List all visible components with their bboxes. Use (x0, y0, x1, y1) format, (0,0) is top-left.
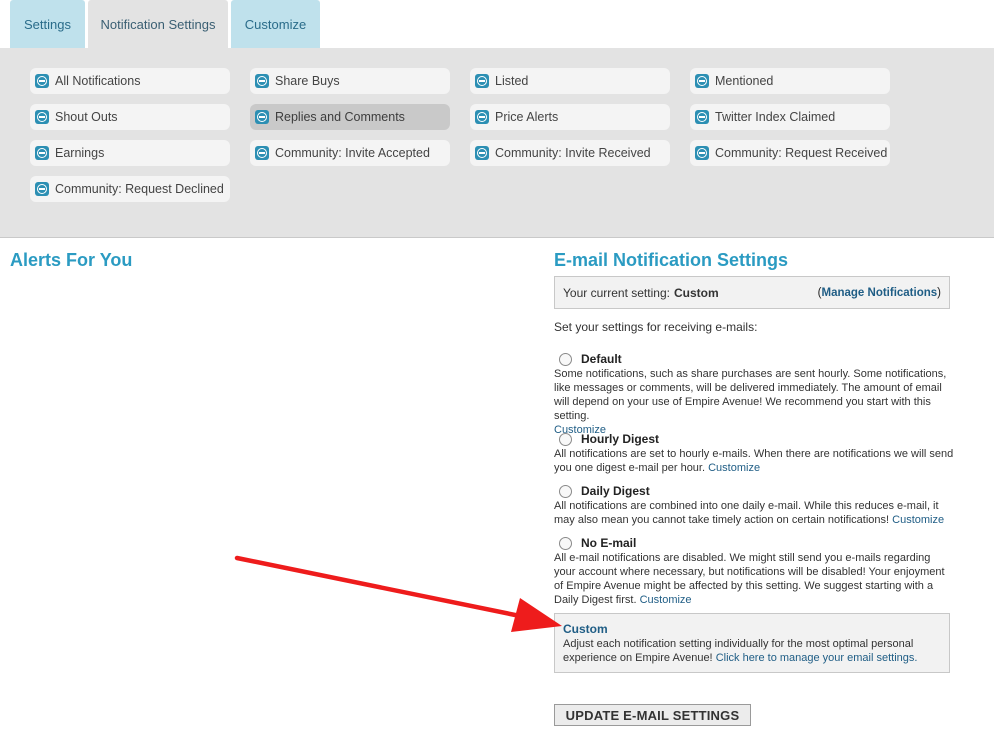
empire-avenue-e-icon (695, 146, 709, 160)
empire-avenue-e-icon (35, 182, 49, 196)
empire-avenue-e-icon (255, 74, 269, 88)
filter-shout-outs[interactable]: Shout Outs (30, 104, 230, 130)
custom-title: Custom (563, 622, 608, 636)
option-default: Default Some notifications, such as shar… (554, 352, 954, 437)
option-title: Hourly Digest (581, 432, 660, 446)
empire-avenue-e-icon (35, 110, 49, 124)
filter-mentioned[interactable]: Mentioned (690, 68, 890, 94)
filter-share-buys[interactable]: Share Buys (250, 68, 450, 94)
option-hourly-digest: Hourly Digest All notifications are set … (554, 432, 954, 475)
tab-bar: Settings Notification Settings Customize (10, 0, 320, 48)
filter-label: Earnings (55, 146, 105, 160)
notification-filter-panel: All Notifications Share Buys Listed Ment… (0, 48, 994, 238)
filter-label: Twitter Index Claimed (715, 110, 836, 124)
customize-link[interactable]: Customize (708, 462, 760, 474)
option-description: All e-mail notifications are disabled. W… (554, 552, 945, 606)
manage-notifications-wrapper: (Manage Notifications) (818, 287, 941, 299)
custom-setting-box: Custom Adjust each notification setting … (554, 613, 950, 673)
filter-label: Share Buys (275, 74, 340, 88)
filter-label: Community: Request Declined (55, 182, 224, 196)
current-setting-value: Custom (673, 285, 719, 300)
empire-avenue-e-icon (255, 146, 269, 160)
filter-community-invite-received[interactable]: Community: Invite Received (470, 140, 670, 166)
current-setting-label: Your current setting: (563, 285, 670, 300)
hourly-digest-radio[interactable] (559, 432, 572, 446)
filter-label: Community: Invite Accepted (275, 146, 430, 160)
update-email-settings-button[interactable]: UPDATE E-MAIL SETTINGS (554, 704, 751, 726)
filter-label: Mentioned (715, 74, 774, 88)
filter-label: Price Alerts (495, 110, 559, 124)
empire-avenue-e-icon (695, 74, 709, 88)
filter-all-notifications[interactable]: All Notifications (30, 68, 230, 94)
option-description: Some notifications, such as share purcha… (554, 368, 947, 422)
alerts-heading: Alerts For You (10, 250, 133, 270)
empire-avenue-e-icon (695, 110, 709, 124)
filter-community-invite-accepted[interactable]: Community: Invite Accepted (250, 140, 450, 166)
empire-avenue-e-icon (255, 110, 269, 124)
option-no-email: No E-mail All e-mail notifications are d… (554, 536, 954, 607)
empire-avenue-e-icon (475, 74, 489, 88)
empire-avenue-e-icon (35, 146, 49, 160)
filter-replies-and-comments[interactable]: Replies and Comments (250, 104, 450, 130)
option-description: All notifications are combined into one … (554, 500, 939, 526)
no-email-radio[interactable] (559, 536, 572, 550)
option-daily-digest: Daily Digest All notifications are combi… (554, 484, 954, 527)
email-settings-heading: E-mail Notification Settings (554, 250, 789, 270)
filter-community-request-declined[interactable]: Community: Request Declined (30, 176, 230, 202)
daily-digest-radio[interactable] (559, 484, 572, 498)
manage-notifications-link[interactable]: Manage Notifications (822, 287, 938, 299)
filter-twitter-index-claimed[interactable]: Twitter Index Claimed (690, 104, 890, 130)
default-radio[interactable] (559, 352, 572, 366)
filter-label: Shout Outs (55, 110, 118, 124)
customize-link[interactable]: Customize (640, 594, 692, 606)
filter-label: Community: Invite Received (495, 146, 651, 160)
empire-avenue-e-icon (475, 146, 489, 160)
paren-close: ) (937, 286, 941, 299)
option-title: Daily Digest (581, 484, 650, 498)
filter-label: All Notifications (55, 74, 141, 88)
option-title: Default (581, 352, 622, 366)
tab-settings[interactable]: Settings (10, 0, 85, 48)
filter-label: Community: Request Received (715, 146, 888, 160)
filter-earnings[interactable]: Earnings (30, 140, 230, 166)
filter-community-request-received[interactable]: Community: Request Received (690, 140, 890, 166)
option-title: No E-mail (581, 536, 637, 550)
filter-listed[interactable]: Listed (470, 68, 670, 94)
filter-price-alerts[interactable]: Price Alerts (470, 104, 670, 130)
email-intro-text: Set your settings for receiving e-mails: (554, 320, 758, 334)
empire-avenue-e-icon (475, 110, 489, 124)
filter-label: Listed (495, 74, 529, 88)
empire-avenue-e-icon (35, 74, 49, 88)
tab-notification-settings[interactable]: Notification Settings (88, 0, 228, 48)
tab-customize[interactable]: Customize (231, 0, 320, 48)
filter-label: Replies and Comments (275, 110, 405, 124)
customize-link[interactable]: Customize (892, 514, 944, 526)
manage-email-settings-link[interactable]: Click here to manage your email settings… (716, 652, 918, 664)
current-setting-box: Your current setting: Custom (Manage Not… (554, 276, 950, 309)
